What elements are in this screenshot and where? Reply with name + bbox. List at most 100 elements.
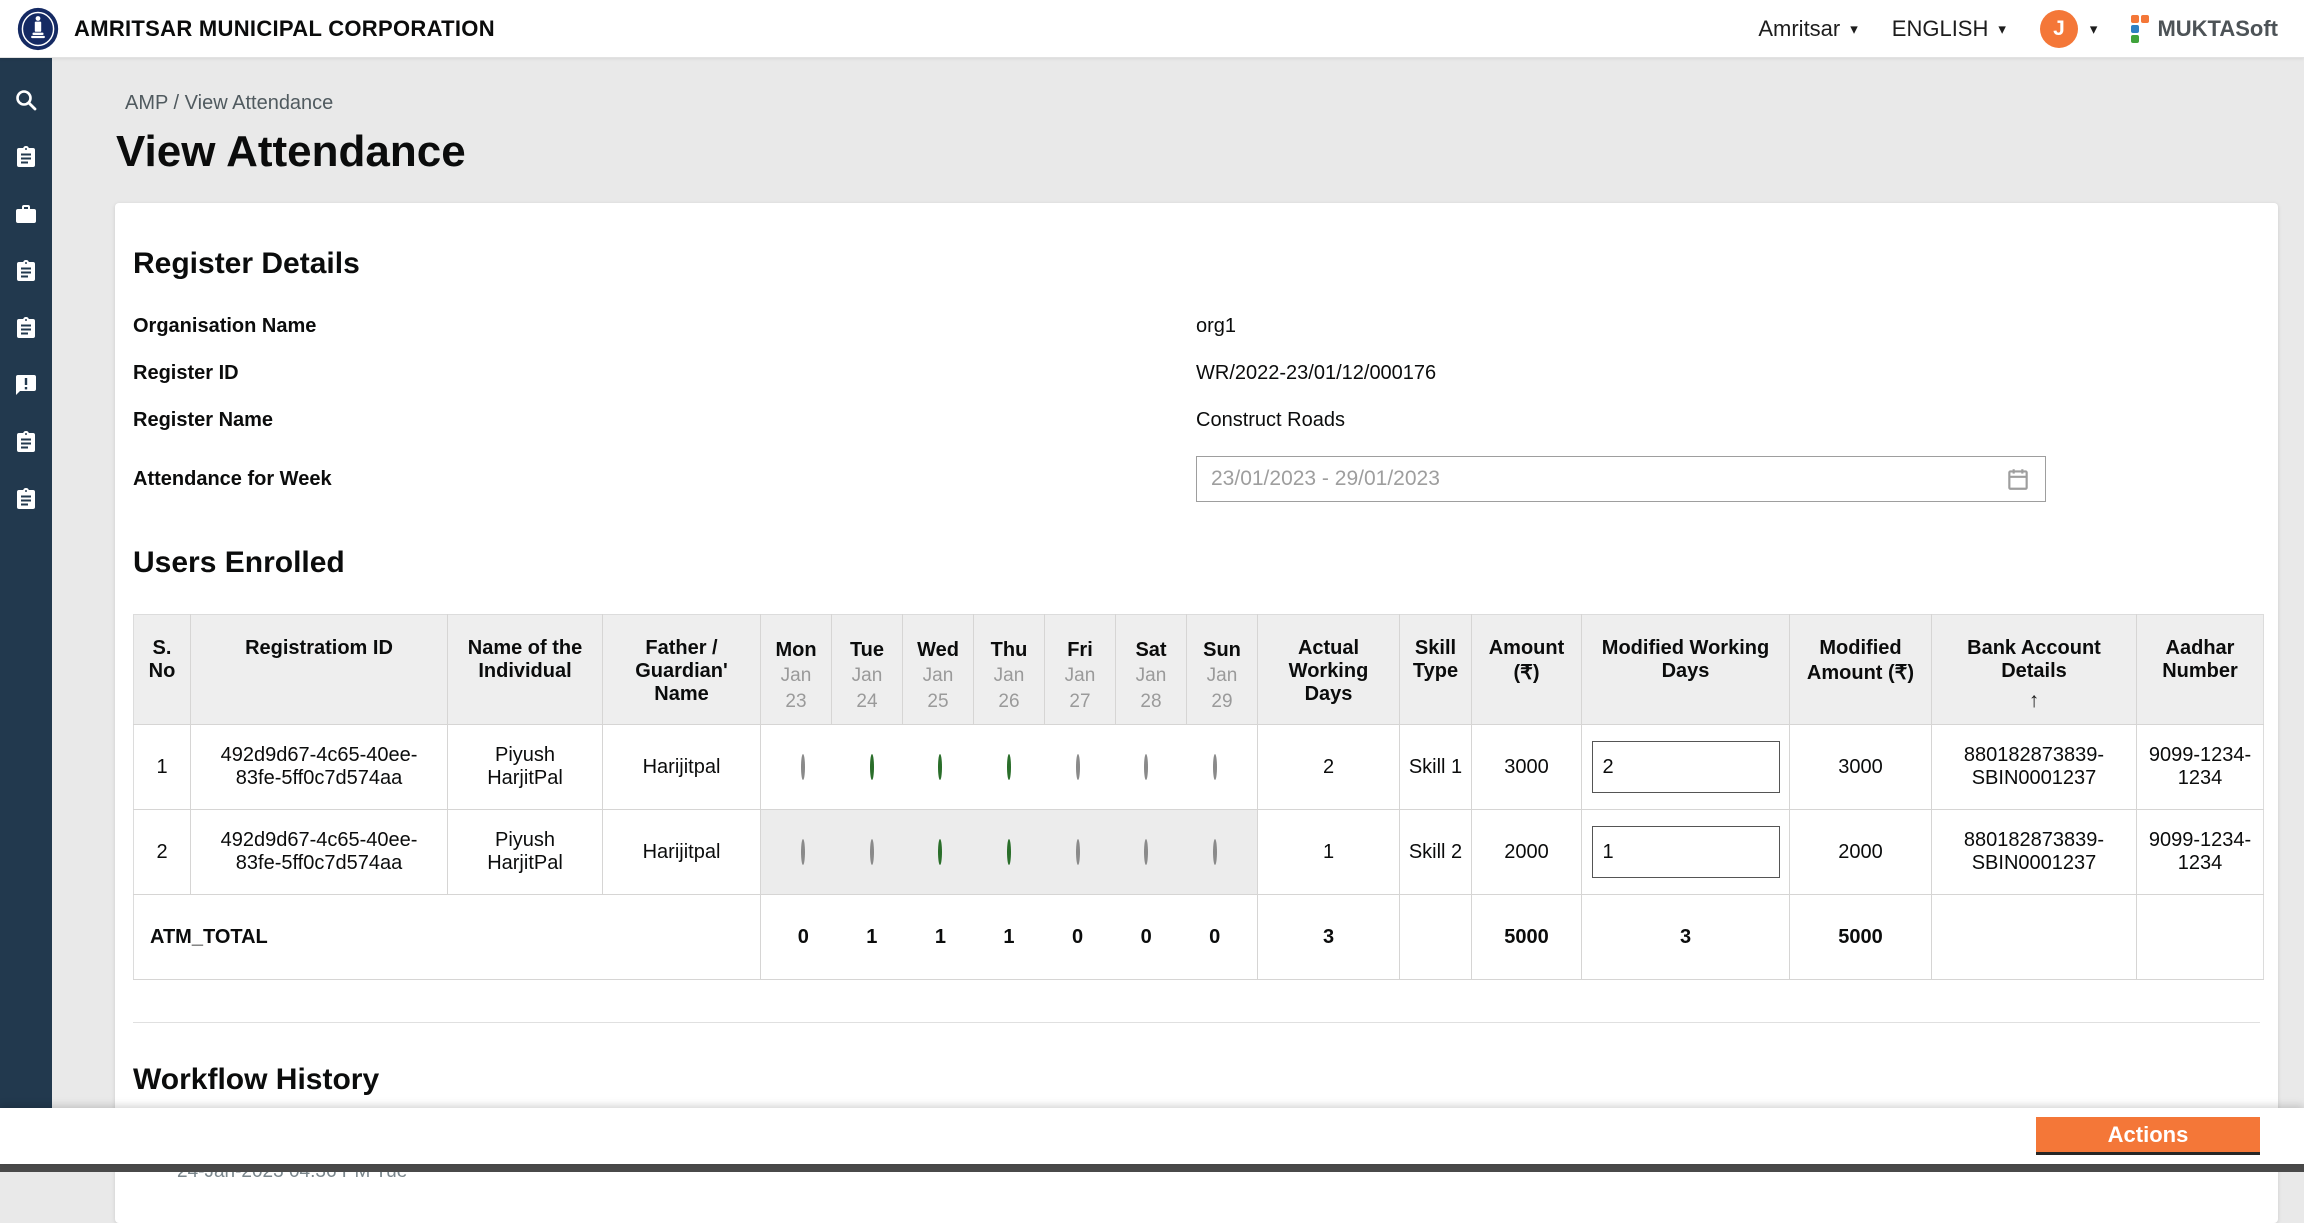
cell-father-guardian: Harijitpal xyxy=(603,810,761,895)
city-selector-label: Amritsar xyxy=(1758,16,1840,42)
col-aadhar-number: Aadhar Number xyxy=(2137,615,2264,725)
col-amount: Amount (₹) xyxy=(1472,615,1582,725)
attendance-radio-mon[interactable] xyxy=(801,839,805,865)
attendance-radio-sat[interactable] xyxy=(1144,754,1148,780)
total-day-wed: 1 xyxy=(906,926,975,949)
modified-days-input[interactable] xyxy=(1592,741,1780,793)
attendance-radio-thu[interactable] xyxy=(1007,839,1011,865)
cell-father-guardian: Harijitpal xyxy=(603,725,761,810)
actions-button[interactable]: Actions xyxy=(2036,1117,2260,1155)
cell-amount: 3000 xyxy=(1472,725,1582,810)
total-day-totals: 0111000 xyxy=(761,895,1258,980)
search-icon[interactable] xyxy=(14,88,38,112)
org-name-label: Organisation Name xyxy=(133,315,1196,338)
attendance-radio-mon[interactable] xyxy=(801,754,805,780)
avatar[interactable]: J xyxy=(2040,10,2078,48)
bottom-action-bar: Actions xyxy=(0,1108,2304,1164)
attendance-radio-tue[interactable] xyxy=(870,839,874,865)
attendance-radio-fri[interactable] xyxy=(1076,754,1080,780)
cell-name: Piyush HarjitPal xyxy=(448,725,603,810)
calendar-icon[interactable] xyxy=(2005,466,2031,492)
col-bank-account-details[interactable]: Bank Account Details↑ xyxy=(1932,615,2137,725)
week-date-range-input[interactable] xyxy=(1211,467,2005,491)
cell-modified-amount: 2000 xyxy=(1790,810,1932,895)
col-day-mon: MonJan23 xyxy=(761,615,832,725)
total-day-tue: 1 xyxy=(838,926,907,949)
user-menu[interactable]: J ▾ xyxy=(2040,10,2098,48)
attendance-day-group xyxy=(761,725,1258,810)
total-day-mon: 0 xyxy=(769,926,838,949)
col-modified-working-days: Modified Working Days xyxy=(1582,615,1790,725)
col-sno: S. No xyxy=(134,615,191,725)
complaints-chat-icon[interactable] xyxy=(14,373,38,397)
col-day-thu: ThuJan26 xyxy=(974,615,1045,725)
cell-amount: 2000 xyxy=(1472,810,1582,895)
attendance-radio-wed[interactable] xyxy=(938,839,942,865)
register-id-row: Register ID WR/2022-23/01/12/000176 xyxy=(133,362,2260,385)
total-label: ATM_TOTAL xyxy=(134,895,761,980)
total-amount: 5000 xyxy=(1472,895,1582,980)
workflow-history-heading: Workflow History xyxy=(133,1063,2260,1097)
register-name-label: Register Name xyxy=(133,409,1196,432)
muktasoft-logo-icon xyxy=(2131,15,2149,43)
col-skill-type: Skill Type xyxy=(1400,615,1472,725)
cell-registration-id: 492d9d67-4c65-40ee-83fe-5ff0c7d574aa xyxy=(191,725,448,810)
cell-sno: 2 xyxy=(134,810,191,895)
attendance-radio-thu[interactable] xyxy=(1007,754,1011,780)
attendance-radio-sun[interactable] xyxy=(1213,839,1217,865)
attendance-week-label: Attendance for Week xyxy=(133,468,1196,491)
chevron-down-icon: ▾ xyxy=(1850,20,1858,38)
cell-modified-amount: 3000 xyxy=(1790,725,1932,810)
chevron-down-icon: ▾ xyxy=(2090,20,2098,38)
language-selector[interactable]: ENGLISH ▾ xyxy=(1892,16,2006,42)
col-day-fri: FriJan27 xyxy=(1045,615,1116,725)
sidebar xyxy=(0,58,52,1110)
col-registration-id: Registratiom ID xyxy=(191,615,448,725)
cell-actual-working-days: 2 xyxy=(1258,725,1400,810)
total-modified-amount: 5000 xyxy=(1790,895,1932,980)
week-date-range-picker[interactable] xyxy=(1196,456,2046,502)
table-row: 1492d9d67-4c65-40ee-83fe-5ff0c7d574aaPiy… xyxy=(134,725,2264,810)
attendance-radio-wed[interactable] xyxy=(938,754,942,780)
attendance-clipboard-icon[interactable] xyxy=(14,259,38,283)
cell-skill-type: Skill 1 xyxy=(1400,725,1472,810)
total-aadhar-number xyxy=(2137,895,2264,980)
register-id-label: Register ID xyxy=(133,362,1196,385)
city-selector[interactable]: Amritsar ▾ xyxy=(1758,16,1857,42)
muktasoft-brand: MUKTASoft xyxy=(2131,15,2278,43)
works-briefcase-icon[interactable] xyxy=(14,202,38,226)
municipal-emblem-logo xyxy=(16,6,60,52)
table-header-row: S. NoRegistratiom IDName of the Individu… xyxy=(134,615,2264,725)
muster-roll-clipboard-icon[interactable] xyxy=(14,316,38,340)
cell-modified-working-days xyxy=(1582,810,1790,895)
attendance-radio-sat[interactable] xyxy=(1144,839,1148,865)
language-selector-label: ENGLISH xyxy=(1892,16,1989,42)
total-bank-account-details xyxy=(1932,895,2137,980)
attendance-week-row: Attendance for Week xyxy=(133,456,2260,502)
reports-clipboard-icon[interactable] xyxy=(14,487,38,511)
attendance-radio-fri[interactable] xyxy=(1076,839,1080,865)
register-clipboard-icon[interactable] xyxy=(14,145,38,169)
table-total-row: ATM_TOTAL01110003500035000 xyxy=(134,895,2264,980)
col-day-sat: SatJan28 xyxy=(1116,615,1187,725)
estimates-clipboard-icon[interactable] xyxy=(14,430,38,454)
cell-registration-id: 492d9d67-4c65-40ee-83fe-5ff0c7d574aa xyxy=(191,810,448,895)
attendance-radio-tue[interactable] xyxy=(870,754,874,780)
breadcrumb-separator: / xyxy=(174,92,185,114)
cell-sno: 1 xyxy=(134,725,191,810)
total-day-sun: 0 xyxy=(1180,926,1249,949)
cell-skill-type: Skill 2 xyxy=(1400,810,1472,895)
breadcrumb-root[interactable]: AMP xyxy=(125,92,168,114)
users-enrolled-heading: Users Enrolled xyxy=(133,546,2260,580)
window-bottom-edge xyxy=(0,1164,2304,1172)
modified-days-input[interactable] xyxy=(1592,826,1780,878)
sort-asc-icon[interactable]: ↑ xyxy=(1940,689,2128,713)
col-name: Name of the Individual xyxy=(448,615,603,725)
cell-actual-working-days: 1 xyxy=(1258,810,1400,895)
brand-name: MUKTASoft xyxy=(2157,16,2278,42)
register-id-value: WR/2022-23/01/12/000176 xyxy=(1196,362,2260,385)
total-day-fri: 0 xyxy=(1043,926,1112,949)
register-name-row: Register Name Construct Roads xyxy=(133,409,2260,432)
attendance-radio-sun[interactable] xyxy=(1213,754,1217,780)
topbar: AMRITSAR MUNICIPAL CORPORATION Amritsar … xyxy=(0,0,2304,58)
